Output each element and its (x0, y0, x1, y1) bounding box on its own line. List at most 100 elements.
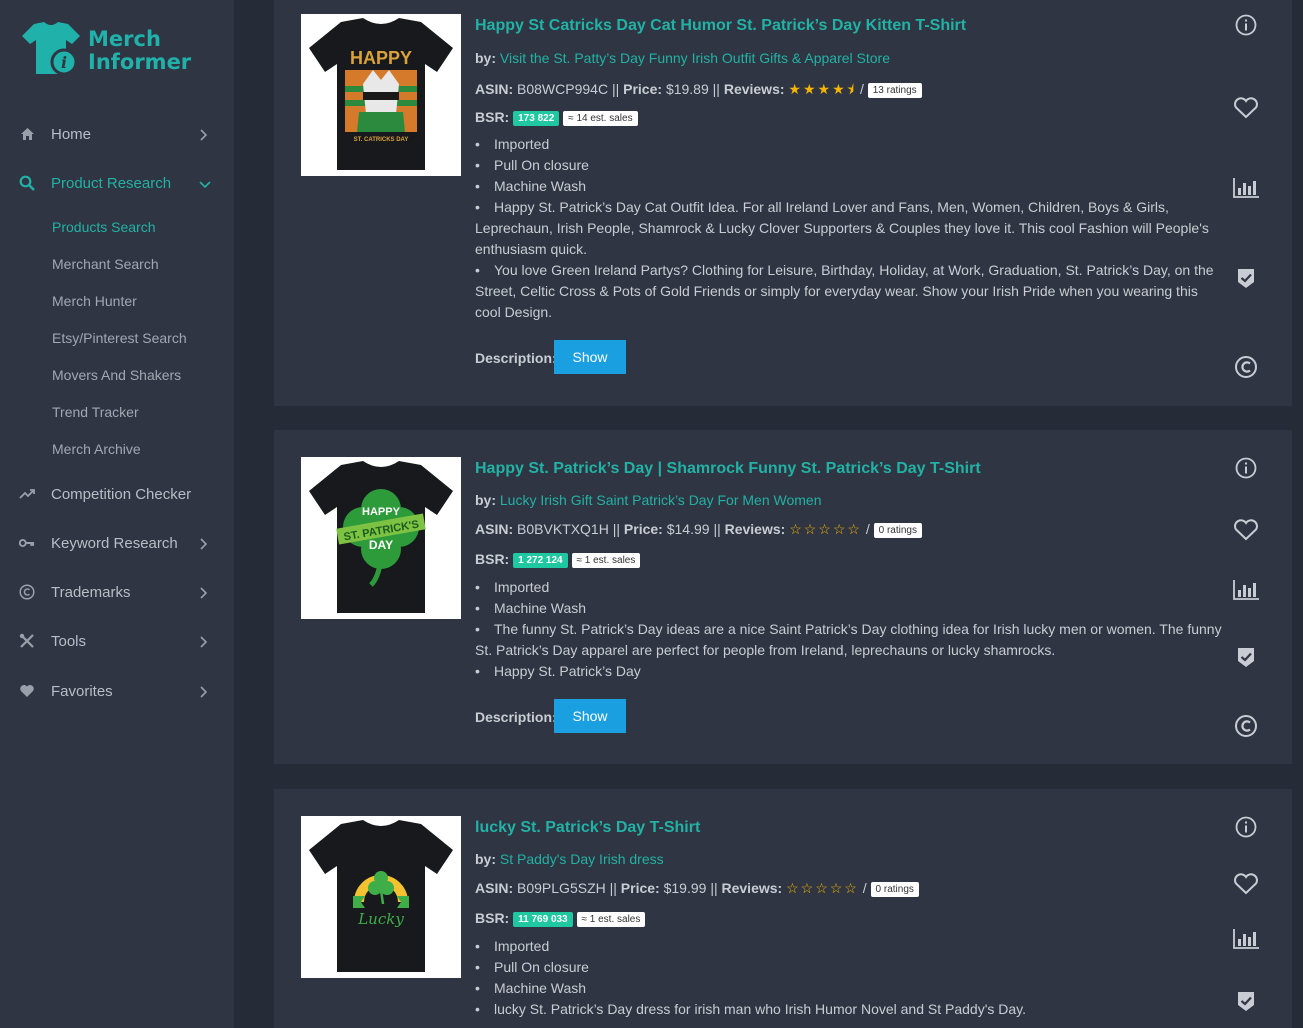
svg-text:i: i (61, 53, 67, 72)
product-title[interactable]: Happy St. Patrick’s Day | Shamrock Funny… (475, 460, 981, 478)
sidebar-item-label: Favorites (51, 682, 113, 700)
chevron-right-icon (199, 686, 209, 698)
chevron-right-icon (199, 587, 209, 599)
bullet-item: • The funny St. Patrick’s Day ideas are a… (475, 621, 1222, 658)
product-meta-line: ASIN: B08WCP994C || Price: $19.89 || Rev… (475, 79, 922, 103)
search-icon (19, 175, 35, 191)
logo-text: Merch Informer (88, 27, 192, 74)
shield-check-icon[interactable] (1232, 643, 1260, 671)
sidebar-item-label: Trademarks (51, 583, 131, 601)
description-label: Description: (475, 350, 557, 366)
ratings-count-badge: 0 ratings (873, 522, 922, 538)
chevron-right-icon (199, 129, 209, 141)
sidebar-subitem-movers-and-shakers[interactable]: Movers And Shakers (52, 367, 181, 383)
rating-stars: ☆☆☆☆☆ (786, 880, 859, 896)
sidebar-subitem-merchant-search[interactable]: Merchant Search (52, 256, 159, 272)
brand-link[interactable]: Lucky Irish Gift Saint Patrick’s Day For… (500, 492, 822, 508)
product-meta-line: ASIN: B0BVKTXQ1H || Price: $14.99 || Rev… (475, 521, 922, 538)
trend-icon (19, 486, 35, 502)
sidebar-subitem-merch-hunter[interactable]: Merch Hunter (52, 293, 137, 309)
sidebar-subitem-etsy-pinterest-search[interactable]: Etsy/Pinterest Search (52, 330, 187, 346)
rating-stars: ★★★★⯨ (788, 81, 857, 97)
home-icon (19, 126, 35, 142)
show-description-button[interactable]: Show (554, 340, 626, 374)
heart-icon (19, 683, 35, 699)
svg-text:DAY: DAY (369, 538, 393, 552)
sidebar-item-tools[interactable]: Tools (0, 621, 234, 661)
product-image[interactable]: HAPPY ST. CATRICKS DAY (301, 14, 461, 176)
product-card: HAPPY ST. CATRICKS DAY Happy St Catricks… (274, 0, 1292, 406)
est-sales-badge: ≈ 1 est. sales (571, 552, 641, 568)
bullet-item: • Imported (475, 579, 550, 595)
shield-check-icon[interactable] (1232, 987, 1260, 1015)
bullet-item: • You love Green Ireland Partys? Clothing… (475, 262, 1214, 320)
merch-informer-logo[interactable]: i Merch Informer (20, 20, 192, 78)
sidebar-item-label: Keyword Research (51, 534, 178, 552)
bullet-item: • Machine Wash (475, 178, 587, 194)
sidebar-item-label: Tools (51, 632, 87, 650)
sidebar-item-competition-checker[interactable]: Competition Checker (0, 474, 234, 514)
bar-chart-icon[interactable] (1232, 576, 1260, 604)
est-sales-badge: ≈ 14 est. sales (563, 110, 638, 126)
bar-chart-icon[interactable] (1232, 925, 1260, 953)
bsr-badge: 173 822 (513, 110, 560, 126)
product-bullets: • Imported • Pull On closure • Machine Wash… (475, 936, 1225, 1020)
info-icon[interactable] (1232, 454, 1260, 482)
product-title[interactable]: lucky St. Patrick’s Day T-Shirt (475, 819, 700, 837)
product-card: HAPPY ST. PATRICK'S DAY Happy St. Patric… (274, 430, 1292, 764)
chevron-down-icon (199, 178, 211, 189)
sidebar-subitem-trend-tracker[interactable]: Trend Tracker (52, 404, 139, 420)
bsr-badge: 1 272 124 (513, 552, 568, 568)
svg-text:ST. CATRICKS DAY: ST. CATRICKS DAY (354, 137, 409, 143)
svg-text:HAPPY: HAPPY (362, 506, 401, 518)
show-description-button[interactable]: Show (554, 699, 626, 733)
sidebar-item-label: Home (51, 125, 92, 143)
bullet-item: • Machine Wash (475, 980, 587, 996)
product-brand-line: by: St Paddy's Day Irish dress (475, 851, 664, 867)
svg-text:HAPPY: HAPPY (350, 48, 412, 68)
est-sales-badge: ≈ 1 est. sales (576, 911, 646, 927)
bullet-item: • Machine Wash (475, 600, 587, 616)
shield-check-icon[interactable] (1232, 264, 1260, 292)
description-label: Description: (475, 709, 557, 725)
info-icon[interactable] (1232, 11, 1260, 39)
sidebar: i Merch Informer Home Product Research P… (0, 0, 234, 1028)
bullet-item: • lucky St. Patrick’s Day dress for irish… (475, 1001, 1027, 1017)
bullet-item: • Imported (475, 136, 550, 152)
sidebar-item-trademarks[interactable]: Trademarks (0, 572, 234, 612)
sidebar-item-label: Product Research (51, 174, 172, 192)
sidebar-subitem-products-search[interactable]: Products Search (52, 219, 156, 235)
favorite-heart-icon[interactable] (1232, 870, 1260, 898)
svg-text:Lucky: Lucky (357, 910, 404, 928)
product-brand-line: by: Lucky Irish Gift Saint Patrick’s Day… (475, 492, 822, 508)
rating-stars: ☆☆☆☆☆ (789, 521, 862, 537)
sidebar-item-product-research[interactable]: Product Research (0, 163, 234, 203)
sidebar-item-label: Competition Checker (51, 485, 192, 503)
copyright-icon (19, 584, 35, 600)
product-bsr-line: BSR: 1 272 124 ≈ 1 est. sales (475, 551, 641, 568)
product-bullets: • Imported • Pull On closure • Machine Wash… (475, 134, 1225, 323)
copyright-check-icon[interactable] (1232, 712, 1260, 740)
bullet-item: • Happy St. Patrick’s Day (475, 663, 641, 679)
product-bullets: • Imported • Machine Wash • The funny St. P… (475, 577, 1225, 682)
brand-link[interactable]: St Paddy's Day Irish dress (500, 851, 664, 867)
product-card: Lucky lucky St. Patrick’s Day T-Shirt by… (274, 789, 1292, 1028)
bullet-item: • Pull On closure (475, 959, 589, 975)
bullet-item: • Pull On closure (475, 157, 589, 173)
sidebar-item-home[interactable]: Home (0, 114, 234, 154)
product-image[interactable]: Lucky (301, 816, 461, 978)
copyright-check-icon[interactable] (1232, 353, 1260, 381)
bullet-item: • Imported (475, 938, 550, 954)
sidebar-item-favorites[interactable]: Favorites (0, 671, 234, 711)
tools-icon (19, 633, 35, 649)
product-title[interactable]: Happy St Catricks Day Cat Humor St. Patr… (475, 17, 966, 35)
sidebar-item-keyword-research[interactable]: Keyword Research (0, 523, 234, 563)
product-image[interactable]: HAPPY ST. PATRICK'S DAY (301, 457, 461, 619)
sidebar-subitem-merch-archive[interactable]: Merch Archive (52, 441, 141, 457)
favorite-heart-icon[interactable] (1232, 516, 1260, 544)
brand-link[interactable]: Visit the St. Patty’s Day Funny Irish Ou… (500, 50, 890, 66)
info-icon[interactable] (1232, 813, 1260, 841)
bar-chart-icon[interactable] (1232, 174, 1260, 202)
favorite-heart-icon[interactable] (1232, 94, 1260, 122)
product-bsr-line: BSR: 11 769 033 ≈ 1 est. sales (475, 910, 646, 927)
